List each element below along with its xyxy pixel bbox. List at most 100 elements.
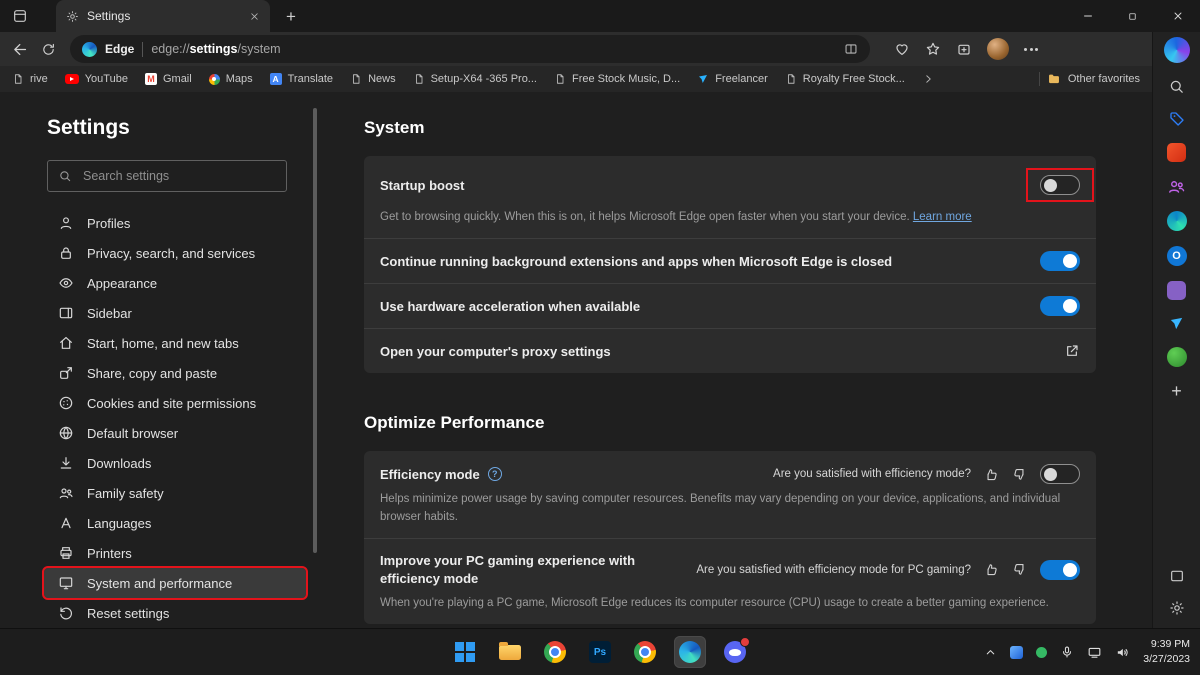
people-icon[interactable]: [1167, 177, 1186, 196]
address-toolbar: Edge edge://settings/system: [0, 32, 1152, 66]
tab-close-icon[interactable]: [249, 11, 260, 22]
browser-essentials-icon[interactable]: [894, 41, 910, 57]
profile-avatar[interactable]: [987, 38, 1009, 60]
copilot-bing-icon[interactable]: [1164, 37, 1190, 63]
photoshop-button[interactable]: Ps: [584, 636, 616, 668]
sidebar-settings-gear-icon[interactable]: [1169, 600, 1185, 616]
tray-status-icon[interactable]: [1036, 647, 1047, 658]
sidebar-item-reset-settings[interactable]: Reset settings: [44, 598, 306, 628]
favorite-item[interactable]: Maps: [209, 73, 253, 85]
background-apps-label: Continue running background extensions a…: [380, 254, 892, 269]
tree-icon[interactable]: [1167, 347, 1187, 367]
thumbs-down-icon[interactable]: [1012, 562, 1027, 577]
minimize-button[interactable]: [1065, 0, 1110, 32]
page-favicon-icon: [785, 73, 797, 85]
discord-button[interactable]: [719, 636, 751, 668]
shopping-icon[interactable]: [1168, 110, 1186, 128]
sidebar-item-default-browser[interactable]: Default browser: [44, 418, 306, 448]
favorite-item[interactable]: Setup-X64 -365 Pro...: [413, 73, 537, 85]
hardware-acceleration-toggle[interactable]: [1040, 296, 1080, 316]
tray-blue-app-icon[interactable]: [1010, 646, 1023, 659]
tray-microphone-icon[interactable]: [1060, 645, 1074, 659]
edge-button-active[interactable]: [674, 636, 706, 668]
thumbs-up-icon[interactable]: [984, 562, 999, 577]
tray-display-icon[interactable]: [1087, 645, 1102, 660]
tab-workspaces-icon[interactable]: [12, 8, 28, 24]
thumbs-up-icon[interactable]: [984, 467, 999, 482]
sidebar-item-profiles[interactable]: Profiles: [44, 208, 306, 238]
sidebar-item-family-safety[interactable]: Family safety: [44, 478, 306, 508]
planner-icon[interactable]: [1167, 281, 1186, 300]
customize-sidebar-icon[interactable]: [1169, 568, 1185, 584]
drop-icon[interactable]: [1168, 315, 1185, 332]
sidebar-item-share-copy-paste[interactable]: Share, copy and paste: [44, 358, 306, 388]
refresh-icon[interactable]: [41, 42, 56, 57]
search-input[interactable]: [81, 168, 276, 184]
thumbs-down-icon[interactable]: [1012, 467, 1027, 482]
external-link-icon[interactable]: [1064, 343, 1080, 359]
sidebar-item-start-home-tabs[interactable]: Start, home, and new tabs: [44, 328, 306, 358]
help-icon[interactable]: ?: [488, 467, 502, 481]
section-title-optimize-performance: Optimize Performance: [364, 413, 1096, 433]
startup-boost-toggle[interactable]: [1040, 175, 1080, 195]
sidebar-search-icon[interactable]: [1168, 78, 1185, 95]
split-screen-icon[interactable]: [844, 42, 858, 56]
favorite-item[interactable]: Free Stock Music, D...: [554, 73, 680, 85]
address-bar[interactable]: Edge edge://settings/system: [70, 35, 870, 63]
maximize-button[interactable]: [1110, 0, 1155, 32]
sidebar-item-downloads[interactable]: Downloads: [44, 448, 306, 478]
gaming-efficiency-toggle[interactable]: [1040, 560, 1080, 580]
file-explorer-button[interactable]: [494, 636, 526, 668]
favorite-item[interactable]: MGmail: [145, 73, 192, 85]
efficiency-mode-toggle[interactable]: [1040, 464, 1080, 484]
collections-icon[interactable]: [956, 41, 972, 57]
favorite-item[interactable]: Freelancer: [697, 73, 768, 85]
sidebar-item-languages[interactable]: Languages: [44, 508, 306, 538]
tools-icon[interactable]: [1167, 143, 1186, 162]
new-tab-button[interactable]: +: [286, 8, 296, 25]
page-favicon-icon: [350, 73, 362, 85]
annotation-red-box-startup-toggle: [1026, 168, 1094, 202]
chrome-button[interactable]: [539, 636, 571, 668]
taskbar-clock[interactable]: 9:39 PM 3/27/2023: [1143, 637, 1190, 667]
sidebar-item-privacy[interactable]: Privacy, search, and services: [44, 238, 306, 268]
sidebar-scrollbar[interactable]: [313, 108, 317, 553]
sidebar-item-appearance[interactable]: Appearance: [44, 268, 306, 298]
favorite-item[interactable]: ATranslate: [270, 73, 333, 85]
tray-chevron-up-icon[interactable]: [984, 646, 997, 659]
outlook-icon[interactable]: O: [1167, 246, 1187, 266]
start-button[interactable]: [449, 636, 481, 668]
close-button[interactable]: [1155, 0, 1200, 32]
sidebar-item-label: Printers: [87, 546, 132, 561]
more-menu-icon[interactable]: [1024, 48, 1038, 51]
settings-search-box[interactable]: [47, 160, 287, 192]
sidebar-item-cookies[interactable]: Cookies and site permissions: [44, 388, 306, 418]
games-icon[interactable]: [1167, 211, 1187, 231]
learn-more-link[interactable]: Learn more: [913, 211, 972, 223]
add-sidebar-app-icon[interactable]: +: [1171, 382, 1182, 400]
favorite-item[interactable]: YouTube: [65, 73, 128, 85]
google-app-button[interactable]: [629, 636, 661, 668]
address-bar-brand: Edge: [105, 42, 134, 56]
sidebar-item-printers[interactable]: Printers: [44, 538, 306, 568]
favorite-label: rive: [30, 73, 48, 85]
sidebar-item-sidebar[interactable]: Sidebar: [44, 298, 306, 328]
background-apps-toggle[interactable]: [1040, 251, 1080, 271]
favorites-icon[interactable]: [925, 41, 941, 57]
other-favorites-button[interactable]: Other favorites: [1039, 72, 1140, 86]
favorites-overflow-chevron-icon[interactable]: [922, 73, 934, 85]
proxy-settings-row[interactable]: Open your computer's proxy settings: [364, 329, 1096, 373]
window-controls: [1065, 0, 1200, 32]
photoshop-icon: Ps: [589, 641, 611, 663]
share-icon: [58, 365, 74, 381]
favorite-item[interactable]: News: [350, 73, 396, 85]
browser-tab-settings[interactable]: Settings: [56, 0, 270, 32]
sidebar-item-label: Appearance: [87, 276, 157, 291]
sidebar-item-system-performance[interactable]: System and performance: [44, 568, 306, 598]
favorite-item[interactable]: rive: [12, 73, 48, 85]
tray-volume-icon[interactable]: [1115, 645, 1130, 660]
back-icon[interactable]: [12, 41, 29, 58]
title-bar: Settings +: [0, 0, 1200, 32]
favorites-divider: [1039, 72, 1040, 86]
favorite-item[interactable]: Royalty Free Stock...: [785, 73, 905, 85]
